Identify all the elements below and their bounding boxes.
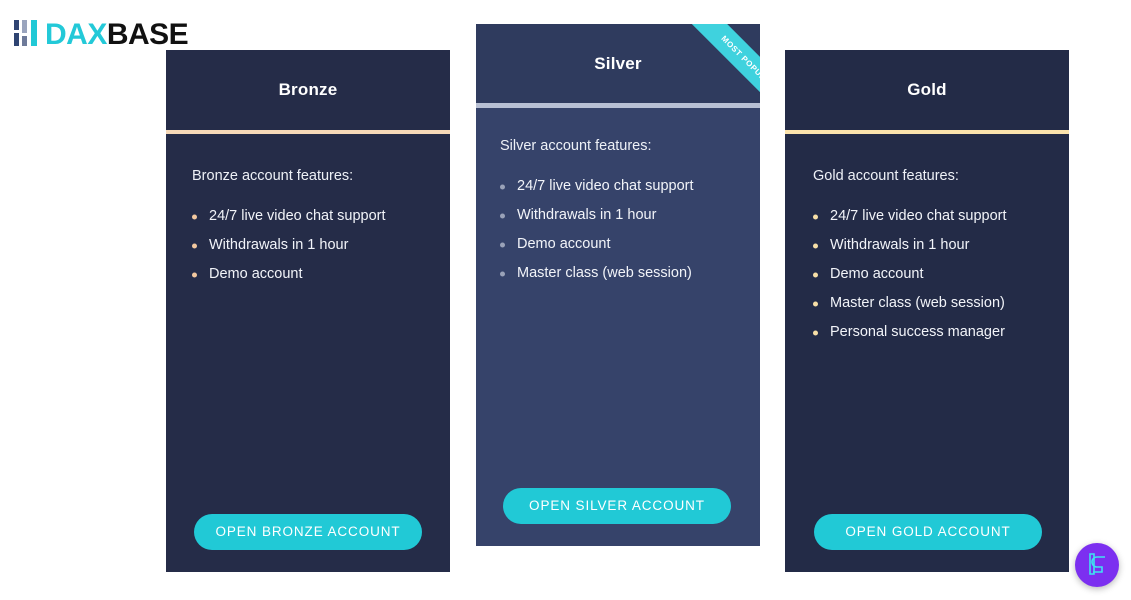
- bullet-icon: [500, 242, 505, 247]
- list-item: Master class (web session): [500, 259, 734, 288]
- card-body-silver: Silver account features: 24/7 live video…: [476, 108, 760, 546]
- bullet-icon: [500, 184, 505, 189]
- bullet-icon: [813, 301, 818, 306]
- bullet-icon: [813, 330, 818, 335]
- pricing-card-gold: Gold Gold account features: 24/7 live vi…: [785, 50, 1069, 572]
- features-list-bronze: 24/7 live video chat support Withdrawals…: [192, 202, 424, 289]
- feature-text: Withdrawals in 1 hour: [517, 207, 657, 223]
- chat-widget-logo-icon: [1084, 551, 1110, 580]
- daxbase-bars-icon: [14, 18, 42, 53]
- bullet-icon: [813, 272, 818, 277]
- feature-text: 24/7 live video chat support: [517, 178, 694, 194]
- logo-word-base: BASE: [106, 18, 189, 51]
- list-item: Withdrawals in 1 hour: [813, 231, 1043, 260]
- bullet-icon: [500, 271, 505, 276]
- bullet-icon: [192, 272, 197, 277]
- feature-text: Demo account: [830, 266, 924, 282]
- list-item: 24/7 live video chat support: [500, 172, 734, 201]
- feature-text: Personal success manager: [830, 324, 1005, 340]
- features-list-gold: 24/7 live video chat support Withdrawals…: [813, 202, 1043, 347]
- list-item: 24/7 live video chat support: [813, 202, 1043, 231]
- feature-text: Withdrawals in 1 hour: [830, 237, 970, 253]
- card-body-gold: Gold account features: 24/7 live video c…: [785, 134, 1069, 572]
- list-item: Master class (web session): [813, 289, 1043, 318]
- features-list-silver: 24/7 live video chat support Withdrawals…: [500, 172, 734, 288]
- list-item: Demo account: [192, 260, 424, 289]
- chat-widget-button[interactable]: [1075, 543, 1119, 587]
- pricing-card-bronze: Bronze Bronze account features: 24/7 liv…: [166, 50, 450, 572]
- bullet-icon: [192, 243, 197, 248]
- bullet-icon: [813, 243, 818, 248]
- pricing-card-silver: Silver Silver account features: 24/7 liv…: [476, 24, 760, 546]
- site-logo[interactable]: DAXBASE: [14, 18, 189, 53]
- list-item: Demo account: [500, 230, 734, 259]
- open-bronze-account-button[interactable]: OPEN BRONZE ACCOUNT: [194, 514, 422, 550]
- list-item: Withdrawals in 1 hour: [192, 231, 424, 260]
- list-item: Withdrawals in 1 hour: [500, 201, 734, 230]
- bullet-icon: [813, 214, 818, 219]
- card-header-bronze: Bronze: [166, 50, 450, 130]
- list-item: 24/7 live video chat support: [192, 202, 424, 231]
- card-header-silver: Silver: [476, 24, 760, 103]
- feature-text: Withdrawals in 1 hour: [209, 237, 349, 253]
- bullet-icon: [500, 213, 505, 218]
- plan-title-silver: Silver: [594, 53, 642, 73]
- logo-wordmark: DAXBASE: [45, 18, 189, 51]
- feature-text: Demo account: [209, 266, 303, 282]
- plan-title-bronze: Bronze: [278, 80, 338, 99]
- card-header-gold: Gold: [785, 50, 1069, 130]
- list-item: Personal success manager: [813, 318, 1043, 347]
- plan-title-gold: Gold: [907, 80, 947, 99]
- feature-text: Master class (web session): [517, 265, 692, 281]
- open-silver-account-button[interactable]: OPEN SILVER ACCOUNT: [503, 488, 731, 524]
- feature-text: Master class (web session): [830, 295, 1005, 311]
- feature-text: Demo account: [517, 236, 611, 252]
- features-label-silver: Silver account features:: [500, 138, 652, 154]
- feature-text: 24/7 live video chat support: [830, 208, 1007, 224]
- bullet-icon: [192, 214, 197, 219]
- logo-word-dax: DAX: [45, 18, 107, 51]
- feature-text: 24/7 live video chat support: [209, 208, 386, 224]
- list-item: Demo account: [813, 260, 1043, 289]
- card-body-bronze: Bronze account features: 24/7 live video…: [166, 134, 450, 572]
- features-label-gold: Gold account features:: [813, 168, 959, 184]
- open-gold-account-button[interactable]: OPEN GOLD ACCOUNT: [814, 514, 1042, 550]
- features-label-bronze: Bronze account features:: [192, 168, 354, 184]
